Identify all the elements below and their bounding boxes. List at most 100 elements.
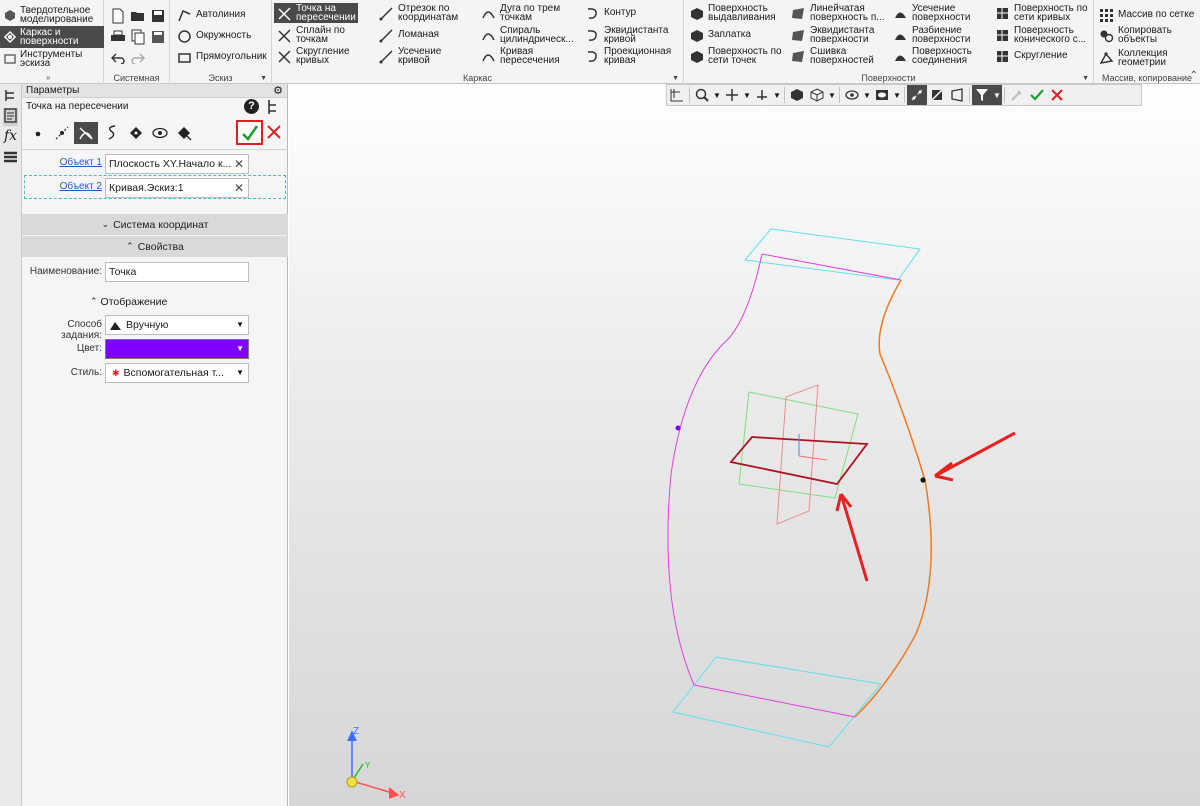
- frame-tool-2[interactable]: Дуга по трем точкам: [478, 3, 562, 23]
- section-menu-arrow-icon[interactable]: ▼: [260, 75, 267, 82]
- point-projection-icon[interactable]: [126, 123, 146, 143]
- grid-array-button[interactable]: Массив по сетке: [1096, 5, 1196, 25]
- frame-tool-6[interactable]: Спираль цилиндрическ...: [478, 25, 576, 45]
- color-select[interactable]: ▼: [105, 339, 249, 359]
- snap-points-icon[interactable]: [907, 85, 927, 105]
- frame-tool-3[interactable]: Контур: [582, 3, 638, 23]
- coord-system-section[interactable]: ⌄ Система координат: [22, 214, 288, 235]
- view-mode-dropdown-icon[interactable]: ▼: [827, 85, 837, 105]
- surface-tool-11[interactable]: Скругление: [992, 46, 1070, 66]
- frame-tool-4[interactable]: Сплайн по точкам: [274, 25, 347, 45]
- style-marker-icon: ✱: [112, 368, 120, 378]
- orient-dropdown-icon[interactable]: ▼: [772, 85, 782, 105]
- autoline-button[interactable]: Автолиния: [174, 5, 248, 25]
- object2-link[interactable]: Объект 2: [30, 181, 102, 192]
- section-menu-arrow-icon[interactable]: ▼: [672, 75, 679, 82]
- shaded-view-icon[interactable]: [787, 85, 807, 105]
- surface-tool-3[interactable]: Поверхность по сети кривых: [992, 3, 1090, 23]
- copy-objects-button[interactable]: Копировать объекты: [1096, 25, 1174, 45]
- point-icon[interactable]: [28, 123, 48, 143]
- properties-section[interactable]: ⌃ Свойства: [22, 236, 288, 257]
- new-file-icon[interactable]: [108, 6, 128, 26]
- undo-icon[interactable]: [108, 48, 128, 68]
- discard-close-icon[interactable]: [1047, 85, 1067, 105]
- frame-tool-5[interactable]: Ломаная: [376, 25, 441, 45]
- geometry-collection-button[interactable]: Коллекция геометрии: [1096, 48, 1170, 68]
- point-by-view-icon[interactable]: [150, 123, 170, 143]
- hidden-dropdown-icon[interactable]: ▼: [892, 85, 902, 105]
- point-on-surface-icon[interactable]: [102, 123, 122, 143]
- clear-object2-icon[interactable]: ✕: [234, 181, 244, 195]
- visibility-icon[interactable]: [842, 85, 862, 105]
- copy-document-icon[interactable]: [128, 27, 148, 47]
- frame-tool-0[interactable]: Точка на пересечении: [274, 3, 358, 23]
- zoom-icon[interactable]: [692, 85, 712, 105]
- mode-frame-surfaces[interactable]: Каркас и поверхности: [0, 26, 104, 48]
- frame-tool-10[interactable]: Кривая пересечения: [478, 46, 562, 66]
- orient-icon[interactable]: [752, 85, 772, 105]
- eyedropper-icon[interactable]: [1007, 85, 1027, 105]
- save-icon[interactable]: [148, 6, 168, 26]
- circle-button[interactable]: Окружность: [174, 26, 253, 46]
- surface-tool-7[interactable]: Поверхность конического с...: [992, 25, 1088, 45]
- object1-field[interactable]: Плоскость XY.Начало к...: [105, 154, 249, 174]
- filter-icon[interactable]: [972, 85, 992, 105]
- object2-field[interactable]: Кривая.Эскиз:1: [105, 178, 249, 198]
- name-input[interactable]: Точка: [105, 262, 249, 282]
- frame-tool-7[interactable]: Эквидистанта кривой: [582, 25, 670, 45]
- frame-tool-9[interactable]: Усечение кривой: [376, 46, 443, 66]
- cancel-button[interactable]: [267, 125, 281, 142]
- surface-tool-6[interactable]: Разбиение поверхности: [890, 25, 972, 45]
- style-select[interactable]: ✱ Вспомогательная т... ▼: [105, 363, 249, 383]
- surface-tool-9[interactable]: Сшивка поверхностей: [788, 46, 876, 66]
- 3d-viewport[interactable]: Z X Y: [289, 84, 1200, 806]
- surface-tool-1[interactable]: Линейчатая поверхность п...: [788, 3, 887, 23]
- collapse-ribbon-icon[interactable]: ⌃: [1190, 70, 1198, 81]
- mode-solid-modeling[interactable]: Твердотельное моделирование: [0, 4, 104, 26]
- surface-tool-10[interactable]: Поверхность соединения: [890, 46, 974, 66]
- method-select[interactable]: Вручную ▼: [105, 315, 249, 335]
- redo-icon[interactable]: [128, 48, 148, 68]
- parameters-icon[interactable]: [3, 108, 18, 126]
- zoom-dropdown-icon[interactable]: ▼: [712, 85, 722, 105]
- surface-tool-8[interactable]: Поверхность по сети точек: [686, 46, 784, 66]
- object1-link[interactable]: Объект 1: [30, 157, 102, 168]
- tree-icon[interactable]: [3, 88, 18, 106]
- filter-dropdown-icon[interactable]: ▼: [992, 85, 1002, 105]
- frame-tool-icon: [378, 27, 395, 44]
- rectangle-button[interactable]: Прямоугольник: [174, 47, 269, 67]
- apply-checkmark-icon[interactable]: [1027, 85, 1047, 105]
- surface-tool-0[interactable]: Поверхность выдавливания: [686, 3, 778, 23]
- surface-tool-5[interactable]: Эквидистанта поверхности: [788, 25, 876, 45]
- help-icon[interactable]: ?: [244, 99, 259, 114]
- intersection-point-icon[interactable]: [74, 122, 98, 144]
- confirm-button[interactable]: [236, 120, 263, 145]
- surface-tool-4[interactable]: Заплатка: [686, 25, 753, 45]
- perspective-icon[interactable]: [947, 85, 967, 105]
- panel-settings-icon[interactable]: ⚙: [273, 84, 283, 97]
- mode-sketch-tools[interactable]: Инструменты эскиза: [0, 48, 104, 70]
- display-section[interactable]: ⌃ Отображение: [90, 296, 167, 308]
- save-all-icon[interactable]: [148, 27, 168, 47]
- point-offset-icon[interactable]: [174, 123, 194, 143]
- section-menu-arrow-icon[interactable]: ▼: [1082, 75, 1089, 82]
- tree-structure-icon[interactable]: [265, 99, 279, 118]
- formula-icon[interactable]: fx: [4, 128, 17, 144]
- layers-icon[interactable]: [3, 150, 18, 168]
- frame-tool-8[interactable]: Скругление кривых: [274, 46, 352, 66]
- frame-tool-11[interactable]: Проекционная кривая: [582, 46, 673, 66]
- print-icon[interactable]: [108, 27, 128, 47]
- frame-tool-1[interactable]: Отрезок по координатам: [376, 3, 460, 23]
- section-view-icon[interactable]: [927, 85, 947, 105]
- chevron-down-icon[interactable]: »: [46, 73, 50, 82]
- hidden-objects-icon[interactable]: [872, 85, 892, 105]
- pan-icon[interactable]: [722, 85, 742, 105]
- wireframe-view-icon[interactable]: [807, 85, 827, 105]
- pan-dropdown-icon[interactable]: ▼: [742, 85, 752, 105]
- grid-snap-icon[interactable]: [667, 85, 687, 105]
- visibility-dropdown-icon[interactable]: ▼: [862, 85, 872, 105]
- open-folder-icon[interactable]: [128, 6, 148, 26]
- surface-tool-2[interactable]: Усечение поверхности: [890, 3, 972, 23]
- clear-object1-icon[interactable]: ✕: [234, 157, 244, 171]
- point-on-curve-icon[interactable]: [52, 123, 72, 143]
